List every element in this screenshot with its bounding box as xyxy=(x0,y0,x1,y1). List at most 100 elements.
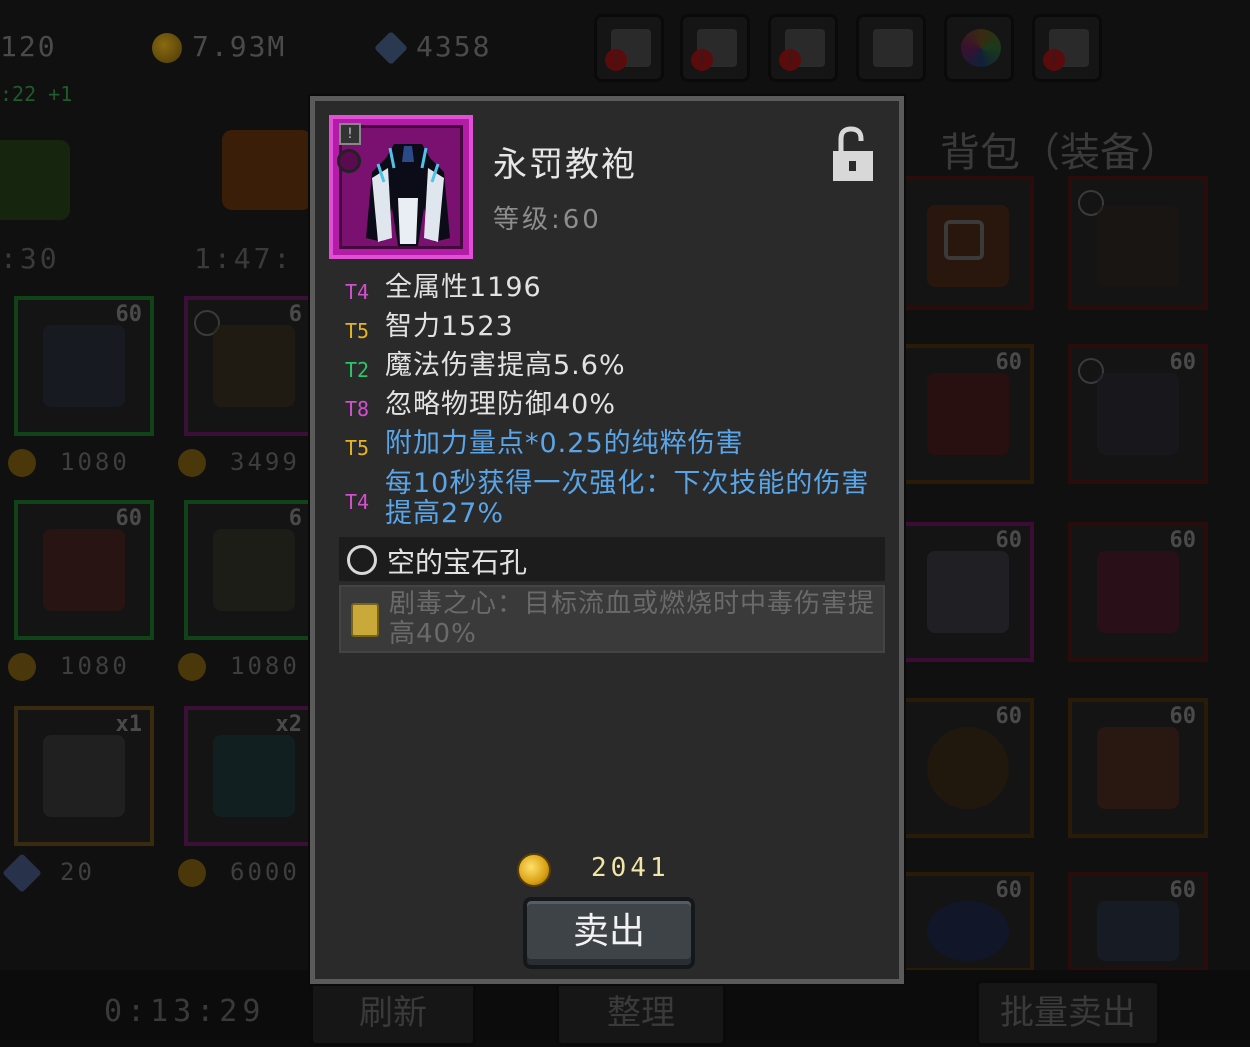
affix-text: 附加力量点*0.25的纯粹伤害 xyxy=(385,428,744,459)
passive-text: 剧毒之心：目标流血或燃烧时中毒伤害提高40% xyxy=(389,589,876,649)
lock-icon xyxy=(944,220,984,260)
bag-slot[interactable]: 60 xyxy=(898,522,1034,662)
shop-slot[interactable]: 6 xyxy=(184,500,314,640)
sell-button[interactable]: 卖出 xyxy=(523,897,695,969)
top-bar: 120 7.93M 4358 :22 +1 ! ! ! ! xyxy=(0,0,1250,106)
unlock-icon[interactable] xyxy=(831,125,875,185)
bulk-sell-button[interactable]: 批量卖出 xyxy=(976,980,1160,1046)
bag-title: 背包（装备） xyxy=(940,130,1180,176)
gold-counter: 7.93M xyxy=(152,30,286,63)
pants-icon xyxy=(43,529,125,611)
item-detail-modal: ! 永罚教袍 等级:60 T4 全属性1196 T5 智力1523 T2 魔法伤害提高… xyxy=(310,96,904,984)
chest-timer-left: :30 xyxy=(0,242,60,275)
feather-icon xyxy=(43,735,125,817)
slot-quantity: x1 xyxy=(115,712,143,737)
armor-icon xyxy=(1097,901,1179,961)
gold-coin-icon xyxy=(178,449,206,477)
affix-line: T4 每10秒获得一次强化：下次技能的伤害提高27% xyxy=(345,469,885,529)
affix-line: T2 魔法伤害提高5.6% xyxy=(345,351,885,385)
mail-button[interactable]: ! xyxy=(680,14,750,82)
slot-level: 60 xyxy=(1169,704,1197,729)
alert-icon: ! xyxy=(605,49,627,71)
treasure-chest-icon xyxy=(213,735,295,817)
bag-slot[interactable] xyxy=(1068,176,1208,310)
alert-icon: ! xyxy=(1043,49,1065,71)
bag-slot[interactable]: 60 xyxy=(898,344,1034,484)
gem-socket-icon xyxy=(337,149,361,173)
slot-level: 60 xyxy=(995,350,1023,375)
crossbow-icon xyxy=(43,325,125,407)
gem-socket-row[interactable]: 空的宝石孔 xyxy=(339,537,885,581)
bag-slot[interactable]: 60 xyxy=(1068,698,1208,838)
robe-icon xyxy=(366,144,450,246)
shop-slot[interactable]: x2 xyxy=(184,706,314,846)
spellbook-icon xyxy=(927,373,1009,455)
scroll-icon xyxy=(351,603,379,637)
slot-quantity: x2 xyxy=(275,712,303,737)
gear-icon xyxy=(873,29,913,67)
affix-text: 魔法伤害提高5.6% xyxy=(385,350,626,381)
slot-level: 60 xyxy=(1169,350,1197,375)
events-button[interactable]: ! xyxy=(1032,14,1102,82)
diamond-icon xyxy=(374,31,408,65)
affix-tier: T5 xyxy=(345,319,370,343)
shop-price: 3499 xyxy=(178,448,300,477)
slot-level: 60 xyxy=(1169,878,1197,903)
player-level: 120 xyxy=(0,30,57,63)
gold-coin-icon xyxy=(178,859,206,887)
gold-coin-icon xyxy=(178,653,206,681)
bag-slot[interactable]: 60 xyxy=(1068,522,1208,662)
settings-button[interactable] xyxy=(856,14,926,82)
empty-socket-icon xyxy=(347,545,377,575)
shop-slot[interactable]: 6 xyxy=(184,296,314,436)
slot-level: 60 xyxy=(115,506,143,531)
energy-timer: :22 +1 xyxy=(0,82,73,106)
shop-price: 6000 xyxy=(178,858,300,887)
helmet-icon xyxy=(927,901,1009,961)
item-level: 等级:60 xyxy=(493,205,602,235)
refresh-button[interactable]: 刷新 xyxy=(310,980,476,1046)
alert-icon: ! xyxy=(779,49,801,71)
bag-slot[interactable]: 60 xyxy=(1068,344,1208,484)
shop-price: 1080 xyxy=(8,652,130,681)
bag-slot[interactable] xyxy=(898,176,1034,310)
orange-chest-icon[interactable] xyxy=(222,130,312,210)
affix-line: T5 智力1523 xyxy=(345,312,885,346)
affix-tier: T4 xyxy=(345,490,370,514)
bag-slot[interactable]: 60 xyxy=(898,872,1034,972)
slot-level: 60 xyxy=(995,704,1023,729)
alert-icon: ! xyxy=(691,49,713,71)
boots-icon xyxy=(213,529,295,611)
shop-button[interactable]: ! xyxy=(594,14,664,82)
color-button[interactable] xyxy=(944,14,1014,82)
robe-icon xyxy=(927,551,1009,633)
shop-price: 20 xyxy=(2,853,95,893)
affix-tier: T2 xyxy=(345,358,370,382)
item-name: 永罚教袍 xyxy=(493,145,637,185)
bag-slot[interactable]: 60 xyxy=(1068,872,1208,972)
slot-level: 60 xyxy=(995,878,1023,903)
color-wheel-icon xyxy=(961,29,1001,67)
games-button[interactable]: ! xyxy=(768,14,838,82)
refresh-timer: 0:13:29 xyxy=(104,994,266,1029)
affix-text: 每10秒获得一次强化：下次技能的伤害提高27% xyxy=(385,468,870,529)
amulet-icon xyxy=(927,727,1009,809)
shop-slot[interactable]: x1 xyxy=(14,706,154,846)
affix-text: 智力1523 xyxy=(385,311,514,342)
item-icon-frame: ! xyxy=(329,115,473,259)
gem-socket-label: 空的宝石孔 xyxy=(387,546,528,579)
sort-button[interactable]: 整理 xyxy=(556,980,726,1046)
shop-slot[interactable]: 60 xyxy=(14,296,154,436)
sell-price: 2041 xyxy=(591,853,670,883)
leg-armor-icon xyxy=(1097,205,1179,287)
shop-slot[interactable]: 60 xyxy=(14,500,154,640)
gold-coin-icon xyxy=(8,449,36,477)
affix-tier: T5 xyxy=(345,436,370,460)
shop-price: 1080 xyxy=(178,652,300,681)
chest-timer-right: 1:47: xyxy=(194,242,294,275)
green-chest-icon[interactable] xyxy=(0,140,70,220)
slot-level: 6 xyxy=(288,506,302,531)
gem-counter: 4358 xyxy=(374,30,491,65)
affix-line: T4 全属性1196 xyxy=(345,273,885,307)
bag-slot[interactable]: 60 xyxy=(898,698,1034,838)
